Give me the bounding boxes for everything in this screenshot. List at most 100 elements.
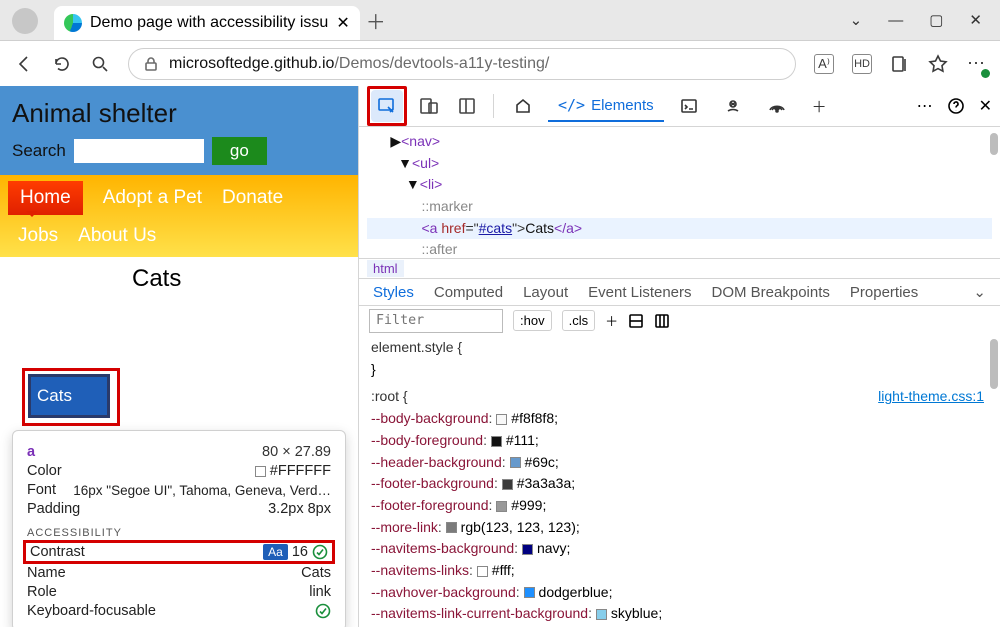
tooltip-font-label: Font bbox=[27, 482, 56, 498]
page-title: Animal shelter bbox=[12, 98, 348, 129]
tooltip-dimensions: 80 × 27.89 bbox=[262, 444, 331, 460]
favorite-icon[interactable] bbox=[928, 54, 948, 74]
css-declaration[interactable]: --body-foreground: #111; bbox=[371, 430, 988, 452]
css-declaration[interactable]: --navhover-background: dodgerblue; bbox=[371, 582, 988, 604]
dom-tree[interactable]: ▶<nav> ▼<ul> ▼<li> ::marker <a href="#ca… bbox=[359, 127, 1000, 258]
url-host: microsoftedge.github.io bbox=[169, 55, 334, 73]
scrollbar[interactable] bbox=[990, 133, 998, 155]
window-titlebar: Demo page with accessibility issu ✕ ＋ ⌄ … bbox=[0, 0, 1000, 40]
back-icon[interactable] bbox=[14, 54, 34, 74]
css-declaration[interactable]: --navitems-background: navy; bbox=[371, 538, 988, 560]
styles-toolbar: :hov .cls ＋ bbox=[359, 306, 1000, 335]
tooltip-color-label: Color bbox=[27, 463, 62, 479]
close-devtools-icon[interactable]: ✕ bbox=[979, 96, 992, 116]
new-style-icon[interactable]: ＋ bbox=[605, 311, 618, 330]
nav-home[interactable]: Home bbox=[8, 181, 83, 215]
edge-icon bbox=[64, 14, 82, 32]
inspect-element-icon[interactable] bbox=[371, 90, 403, 122]
tab-network[interactable] bbox=[758, 91, 796, 121]
tooltip-element: a bbox=[27, 444, 35, 460]
maximize-icon[interactable]: ▢ bbox=[929, 11, 943, 29]
collections-icon[interactable] bbox=[890, 54, 910, 74]
css-declaration[interactable]: --navitems-link-current-background: skyb… bbox=[371, 603, 988, 625]
address-bar[interactable]: microsoftedge.github.io/Demos/devtools-a… bbox=[128, 48, 796, 80]
browser-tab[interactable]: Demo page with accessibility issu ✕ bbox=[54, 6, 360, 40]
css-declaration[interactable]: --more-link: rgb(123, 123, 123); bbox=[371, 517, 988, 539]
css-declaration[interactable]: --header-background: #69c; bbox=[371, 452, 988, 474]
chevron-down-icon[interactable]: ⌄ bbox=[850, 11, 863, 29]
chevron-down-icon[interactable]: ⌄ bbox=[973, 283, 986, 301]
css-declaration[interactable]: --footer-foreground: #999; bbox=[371, 495, 988, 517]
tooltip-contrast-row: Contrast Aa16 bbox=[23, 540, 335, 564]
dock-icon[interactable] bbox=[451, 90, 483, 122]
tab-sources[interactable] bbox=[714, 91, 752, 121]
tooltip-name-value: Cats bbox=[301, 565, 331, 581]
css-declaration[interactable]: --navitems-links: #fff; bbox=[371, 560, 988, 582]
tab-console[interactable] bbox=[670, 91, 708, 121]
main-nav: Home Adopt a Pet Donate Jobs About Us bbox=[0, 175, 358, 257]
tab-computed[interactable]: Computed bbox=[434, 284, 503, 301]
tab-properties[interactable]: Properties bbox=[850, 284, 918, 301]
css-declaration[interactable]: --footer-background: #3a3a3a; bbox=[371, 473, 988, 495]
search-input[interactable] bbox=[74, 139, 204, 163]
nav-jobs[interactable]: Jobs bbox=[18, 225, 58, 247]
tab-dom-breakpoints[interactable]: DOM Breakpoints bbox=[712, 284, 830, 301]
check-icon bbox=[315, 603, 331, 619]
styles-filter-input[interactable] bbox=[369, 309, 503, 333]
tab-event-listeners[interactable]: Event Listeners bbox=[588, 284, 691, 301]
profile-avatar[interactable] bbox=[12, 8, 38, 34]
tab-styles[interactable]: Styles bbox=[373, 284, 414, 301]
scrollbar[interactable] bbox=[990, 339, 998, 389]
devtools-panel: </>Elements ＋ ⋯ ✕ ▶<nav> ▼<ul> ▼<li> ::m… bbox=[358, 86, 1000, 627]
search-icon[interactable] bbox=[90, 54, 110, 74]
cls-toggle[interactable]: .cls bbox=[562, 310, 596, 331]
tooltip-name-label: Name bbox=[27, 565, 66, 581]
tooltip-focusable-label: Keyboard-focusable bbox=[27, 603, 156, 619]
go-button[interactable]: go bbox=[212, 137, 267, 165]
sidebar-item-label: Cats bbox=[37, 386, 72, 406]
hov-toggle[interactable]: :hov bbox=[513, 310, 552, 331]
url-path: /Demos/devtools-a11y-testing/ bbox=[334, 55, 549, 73]
close-icon[interactable]: ✕ bbox=[969, 11, 982, 29]
css-selector: :root { bbox=[371, 388, 408, 404]
styles-pane[interactable]: element.style { } :root {light-theme.css… bbox=[359, 335, 1000, 627]
highlight-outline bbox=[367, 86, 407, 126]
minimize-icon[interactable]: ― bbox=[888, 12, 903, 29]
tab-title: Demo page with accessibility issu bbox=[90, 14, 328, 32]
nav-about[interactable]: About Us bbox=[78, 225, 156, 247]
page-header: Animal shelter Search go bbox=[0, 86, 358, 175]
tooltip-padding-value: 3.2px 8px bbox=[268, 501, 331, 517]
devtools-toolbar: </>Elements ＋ ⋯ ✕ bbox=[359, 86, 1000, 127]
nav-adopt[interactable]: Adopt a Pet bbox=[103, 187, 202, 209]
flexbox-icon[interactable] bbox=[628, 313, 644, 329]
check-icon bbox=[312, 544, 328, 560]
new-tab-button[interactable]: ＋ bbox=[360, 0, 392, 40]
refresh-icon[interactable] bbox=[52, 54, 72, 74]
dom-breadcrumb[interactable]: html bbox=[359, 258, 1000, 278]
css-declaration[interactable]: --body-background: #f8f8f8; bbox=[371, 408, 988, 430]
lock-icon bbox=[143, 56, 159, 72]
nav-donate[interactable]: Donate bbox=[222, 187, 283, 209]
tab-elements[interactable]: </>Elements bbox=[548, 90, 664, 122]
read-aloud-icon[interactable]: A⁾ bbox=[814, 54, 834, 74]
css-source-link[interactable]: light-theme.css:1 bbox=[878, 386, 984, 408]
help-icon[interactable] bbox=[947, 97, 965, 115]
tooltip-contrast-value: 16 bbox=[292, 544, 308, 560]
rendered-page: Animal shelter Search go Home Adopt a Pe… bbox=[0, 86, 358, 627]
tooltip-padding-label: Padding bbox=[27, 501, 80, 517]
more-tools-icon[interactable]: ⋯ bbox=[917, 96, 933, 116]
css-selector: element.style { bbox=[371, 339, 462, 355]
tab-layout[interactable]: Layout bbox=[523, 284, 568, 301]
styles-tabs: Styles Computed Layout Event Listeners D… bbox=[359, 278, 1000, 306]
tab-welcome[interactable] bbox=[504, 91, 542, 121]
inspect-tooltip: a80 × 27.89 Color#FFFFFF Font16px "Segoe… bbox=[12, 430, 346, 627]
more-tabs-icon[interactable]: ＋ bbox=[802, 90, 837, 123]
close-tab-icon[interactable]: ✕ bbox=[336, 13, 349, 33]
window-controls: ⌄ ― ▢ ✕ bbox=[850, 0, 1000, 40]
grid-icon[interactable] bbox=[654, 313, 670, 329]
search-label: Search bbox=[12, 141, 66, 161]
more-menu-icon[interactable]: ⋯ bbox=[966, 54, 986, 74]
hd-icon[interactable]: HD bbox=[852, 54, 872, 74]
sidebar-item-cats[interactable]: Cats bbox=[28, 374, 110, 418]
device-toolbar-icon[interactable] bbox=[413, 90, 445, 122]
